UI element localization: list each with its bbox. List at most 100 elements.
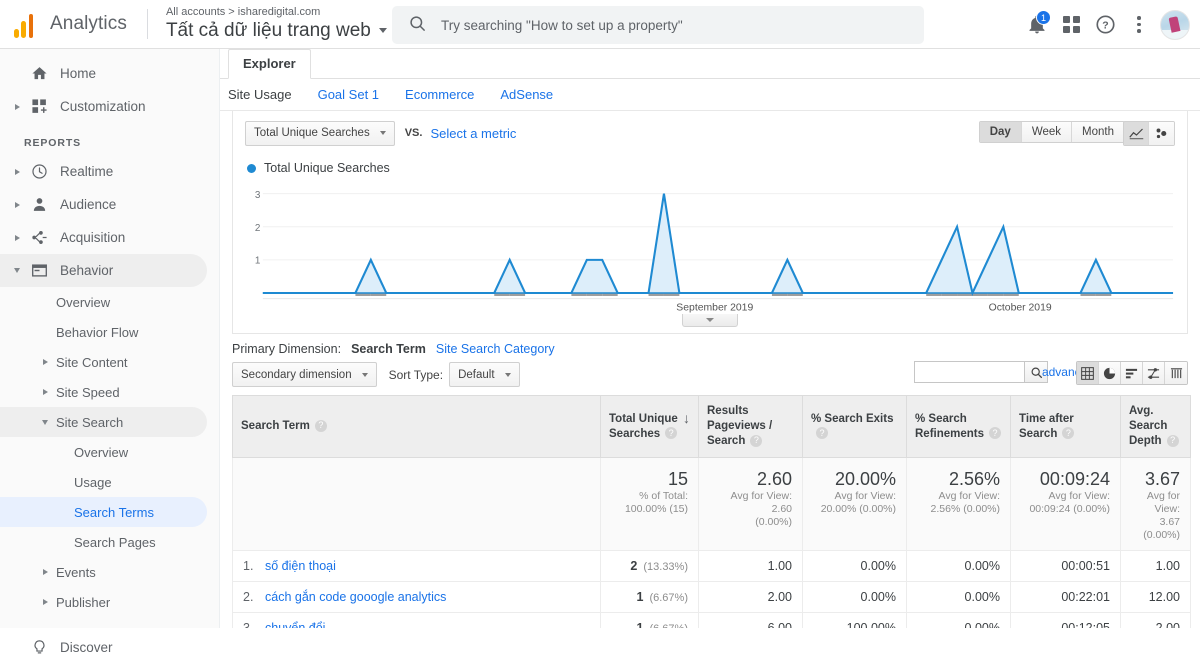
sidebar-item-search-terms[interactable]: Search Terms [0,497,207,527]
sidebar-item-discover[interactable]: Discover [0,631,219,664]
search-term-link[interactable]: số điện thoại [265,559,336,573]
sidebar-item-realtime[interactable]: Realtime [0,155,219,188]
expand-arrow-icon[interactable] [10,168,24,175]
column-header-search-term[interactable]: Search Term? [232,395,601,458]
legend-label: Total Unique Searches [264,161,390,175]
sort-desc-icon[interactable]: ↓ [683,411,690,425]
granularity-month[interactable]: Month [1072,122,1124,142]
tab-site-usage[interactable]: Site Usage [228,87,292,102]
account-selector[interactable]: All accounts > isharedigital.com Tất cả … [166,6,387,43]
sidebar-item-acquisition[interactable]: Acquisition [0,221,219,254]
column-header-total-unique-searches[interactable]: ↓ Total Unique Searches? [600,395,699,458]
motion-chart-icon[interactable] [1149,122,1174,145]
sidebar-item-behavior[interactable]: Behavior [0,254,207,287]
column-header-avg-search-depth[interactable]: Avg. Search Depth? [1120,395,1191,458]
search-input[interactable]: Try searching "How to set up a property" [441,18,683,33]
granularity-day[interactable]: Day [979,122,1022,142]
sidebar-item-audience[interactable]: Audience [0,188,219,221]
help-icon[interactable]: ? [314,419,327,432]
sidebar-label: Overview [74,444,129,460]
chart-canvas[interactable]: 1 2 3 September 2019 October 2019 [245,179,1177,319]
cell-results-pageviews: 2.00 [698,581,803,613]
sidebar-item-site-content[interactable]: Site Content [0,347,219,377]
avatar[interactable] [1160,9,1190,40]
tab-explorer[interactable]: Explorer [228,49,311,79]
sidebar-item-behavior-flow[interactable]: Behavior Flow [0,317,219,347]
chart-type-toggle [1123,121,1175,146]
collapse-arrow-icon[interactable] [38,419,52,425]
sidebar-label: Publisher [56,594,111,610]
breadcrumb: All accounts > isharedigital.com [165,5,321,18]
sidebar-label: Overview [56,294,111,310]
summary-cell: 15% of Total: 100.00% (15) [600,457,699,551]
table-search [914,361,1048,383]
select-metric-link[interactable]: Select a metric [430,126,516,141]
cell-total-unique-searches: 2 (13.33%) [600,550,699,582]
pie-view-icon[interactable] [1099,362,1121,384]
sidebar-item-usage[interactable]: Usage [0,467,219,497]
granularity-week[interactable]: Week [1021,122,1073,142]
sort-type-select[interactable]: Default [449,362,520,387]
sidebar-item-site-search-overview[interactable]: Overview [0,437,219,467]
table-row[interactable]: 1. số điện thoại 2 (13.33%) 1.00 0.00% 0.00% 00… [232,550,1191,582]
pivot-view-icon[interactable] [1165,362,1187,384]
sidebar-label: Behavior [60,263,114,278]
help-icon[interactable]: ? [989,427,1002,440]
help-icon[interactable]: ? [816,427,828,440]
tab-adsense[interactable]: AdSense [500,87,553,102]
sidebar-item-events[interactable]: Events [0,557,219,587]
expand-arrow-icon[interactable] [38,569,52,575]
notifications-button[interactable]: 1 [1020,8,1054,42]
person-icon [24,196,54,213]
search-term-link[interactable]: chuyển đổi [265,621,325,628]
column-header-results-pageviews-per-search[interactable]: Results Pageviews / Search? [698,395,803,458]
sidebar-item-home[interactable]: Home [0,57,219,90]
expand-arrow-icon[interactable] [10,201,24,208]
cell-time-after-search: 00:12:05 [1010,612,1121,628]
summary-cell: 3.67 Avg for View: 3.67 (0.00%) [1120,457,1191,551]
help-icon[interactable]: ? [665,427,678,440]
help-icon[interactable]: ? [1062,427,1075,440]
site-search-category-link[interactable]: Site Search Category [436,342,555,356]
table-view-icon[interactable] [1077,362,1099,384]
sidebar-item-customization[interactable]: Customization [0,90,219,123]
search-term-link[interactable]: cách gắn code gooogle analytics [265,590,446,604]
primary-dimension-value[interactable]: Search Term [351,342,426,356]
expand-arrow-icon[interactable] [38,359,52,365]
table-search-input[interactable] [914,361,1024,383]
sidebar-item-site-speed[interactable]: Site Speed [0,377,219,407]
tab-ecommerce[interactable]: Ecommerce [405,87,474,102]
column-header-search-refinements[interactable]: % Search Refinements? [906,395,1011,458]
bar-view-icon[interactable] [1121,362,1143,384]
help-icon[interactable]: ? [1166,434,1179,447]
expand-arrow-icon[interactable] [38,599,52,605]
sidebar-item-site-search[interactable]: Site Search [0,407,207,437]
expand-arrow-icon[interactable] [10,103,24,110]
apps-grid-button[interactable] [1054,8,1088,42]
sidebar-item-publisher[interactable]: Publisher [0,587,219,617]
home-icon [24,65,54,82]
global-search[interactable]: Try searching "How to set up a property" [392,6,924,44]
column-label: Avg. Search Depth [1129,405,1168,447]
sidebar-item-overview[interactable]: Overview [0,287,219,317]
metric-select[interactable]: Total Unique Searches [245,120,395,146]
help-icon[interactable]: ? [750,434,763,447]
cell-total-unique-searches: 1(6.67%) [600,581,699,613]
table-row[interactable]: 2. cách gắn code gooogle analytics 1 (6.67%… [232,581,1191,613]
timeline-chart[interactable] [245,179,1177,319]
summary-sub1: Avg for View: [1048,490,1110,502]
collapse-arrow-icon[interactable] [10,268,24,273]
line-chart-icon[interactable] [1124,122,1149,145]
table-row[interactable]: 3. chuyển đổi 1(6.67%)6.00100.00%0.00%00:1… [232,612,1191,628]
sidebar-item-search-pages[interactable]: Search Pages [0,527,219,557]
tab-goal-set-1[interactable]: Goal Set 1 [318,87,379,102]
secondary-dimension-select[interactable]: Secondary dimension [232,362,377,387]
chart-resize-handle[interactable] [682,314,738,327]
help-button[interactable]: ? [1088,8,1122,42]
column-header-time-after-search[interactable]: Time after Search? [1010,395,1121,458]
more-options-button[interactable] [1122,8,1156,42]
column-header-search-exits[interactable]: % Search Exits? [802,395,907,458]
expand-arrow-icon[interactable] [10,234,24,241]
comparison-view-icon[interactable] [1143,362,1165,384]
expand-arrow-icon[interactable] [38,389,52,395]
